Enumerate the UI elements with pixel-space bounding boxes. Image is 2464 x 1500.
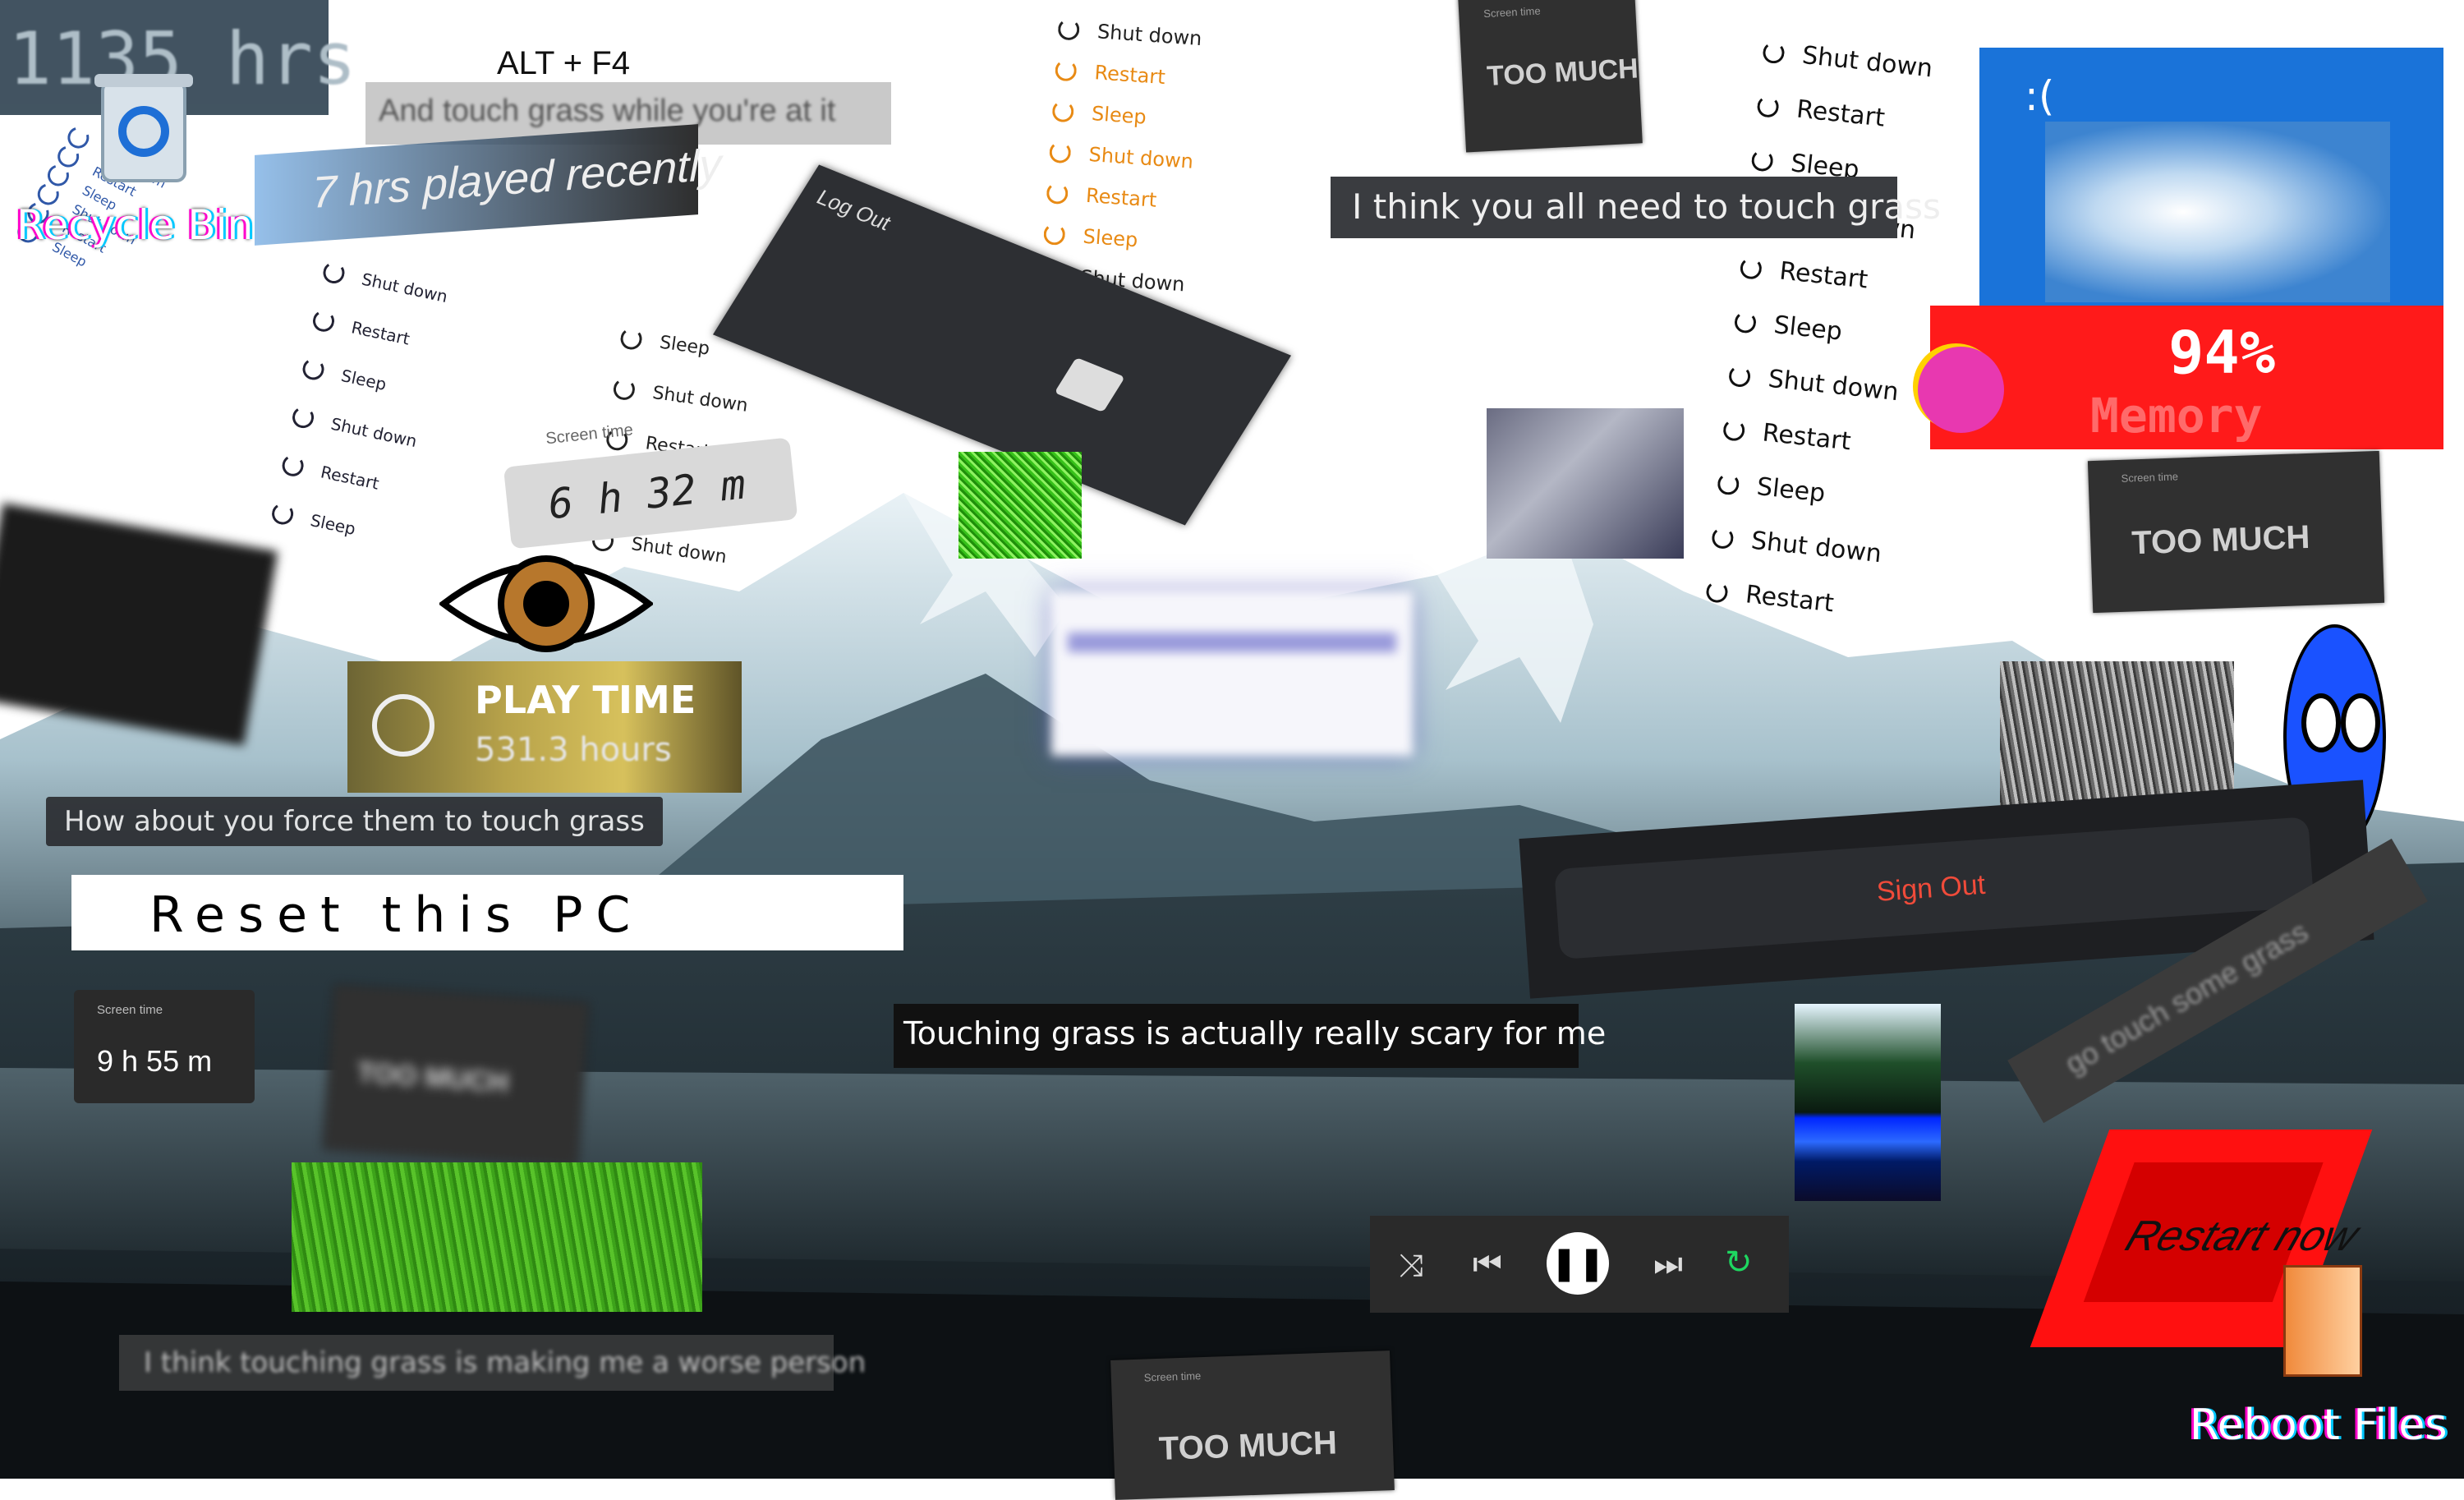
restart-icon	[1046, 182, 1069, 205]
power-icon	[321, 260, 347, 286]
sleep-icon	[1051, 99, 1075, 123]
play-time-card: PLAY TIME 531.3 hours	[347, 661, 742, 793]
restart-icon	[1722, 418, 1746, 442]
reset-pc-button[interactable]: Reset this PC	[71, 875, 903, 950]
power-icon	[1727, 364, 1752, 389]
sleep-icon	[1750, 149, 1774, 173]
too-much-card-bottom: Screen time TOO MUCH	[1110, 1350, 1395, 1500]
blurred-notification	[1051, 591, 1413, 756]
folder-icon	[2283, 1265, 2362, 1377]
previous-icon[interactable]: ⏮	[1473, 1245, 1502, 1283]
sad-face-icon	[1918, 347, 2004, 433]
clock-icon	[372, 694, 434, 757]
restart-icon	[310, 308, 337, 334]
too-much-card-top: Screen time TOO MUCH	[1458, 0, 1643, 153]
sleep-icon	[1042, 223, 1066, 246]
restart-icon	[1739, 256, 1763, 281]
alt-f4-text: ALT + F4	[497, 45, 630, 81]
sleep-icon	[618, 326, 644, 352]
reboot-files-folder[interactable]: Reboot Files	[2185, 1265, 2448, 1454]
power-icon	[290, 404, 316, 430]
sleep-icon	[1733, 311, 1758, 334]
power-icon	[1711, 526, 1735, 550]
memory-warning: 94% Memory	[1918, 306, 2443, 449]
pause-icon[interactable]: ❚❚	[1547, 1232, 1609, 1295]
restart-icon	[280, 453, 306, 479]
power-icon	[612, 377, 637, 402]
screen-time-card-2: Screen time 9 h 55 m	[74, 990, 255, 1103]
green-noise-image	[958, 452, 1082, 559]
shuffle-icon[interactable]: ⤨	[1399, 1247, 1423, 1284]
recycle-bin-icon	[94, 74, 193, 182]
bsod-window: :(	[1979, 48, 2443, 319]
sleep-icon	[269, 501, 296, 527]
message-force-grass: How about you force them to touch grass	[46, 797, 663, 846]
recycle-bin-label: Recycle Bin	[16, 201, 254, 249]
too-much-card-blurred: TOO MUCH	[323, 985, 589, 1167]
next-icon[interactable]: ⏭	[1653, 1245, 1683, 1283]
sleep-icon	[1717, 472, 1740, 496]
media-controls: ⤨ ⏮ ❚❚ ⏭ ↻	[1370, 1216, 1789, 1313]
power-menu-column-orange: Shut down Restart Sleep Shut down Restar…	[1040, 8, 1203, 305]
power-icon	[1048, 140, 1072, 164]
power-icon	[1057, 17, 1081, 41]
restart-icon	[1756, 94, 1780, 119]
message-all-need: I think you all need to touch grass	[1331, 177, 1941, 238]
message-scary: Touching grass is actually really scary …	[894, 1004, 1606, 1068]
message-worse-person: I think touching grass is making me a wo…	[119, 1335, 866, 1391]
restart-icon	[1705, 580, 1729, 604]
power-icon	[1762, 40, 1786, 65]
eye-icon	[439, 555, 653, 652]
cloud-image	[2045, 122, 2390, 302]
restart-icon	[1054, 58, 1078, 82]
grass-image	[292, 1162, 702, 1312]
recycle-bin[interactable]: Recycle Bin	[16, 66, 263, 255]
too-much-card-right: Screen time TOO MUCH	[2087, 450, 2385, 614]
hand-image	[1487, 408, 1684, 559]
log-out-icon	[1054, 357, 1125, 413]
repeat-icon[interactable]: ↻	[1725, 1244, 1753, 1281]
glitch-image	[1795, 1004, 1941, 1201]
sleep-icon	[301, 357, 326, 382]
